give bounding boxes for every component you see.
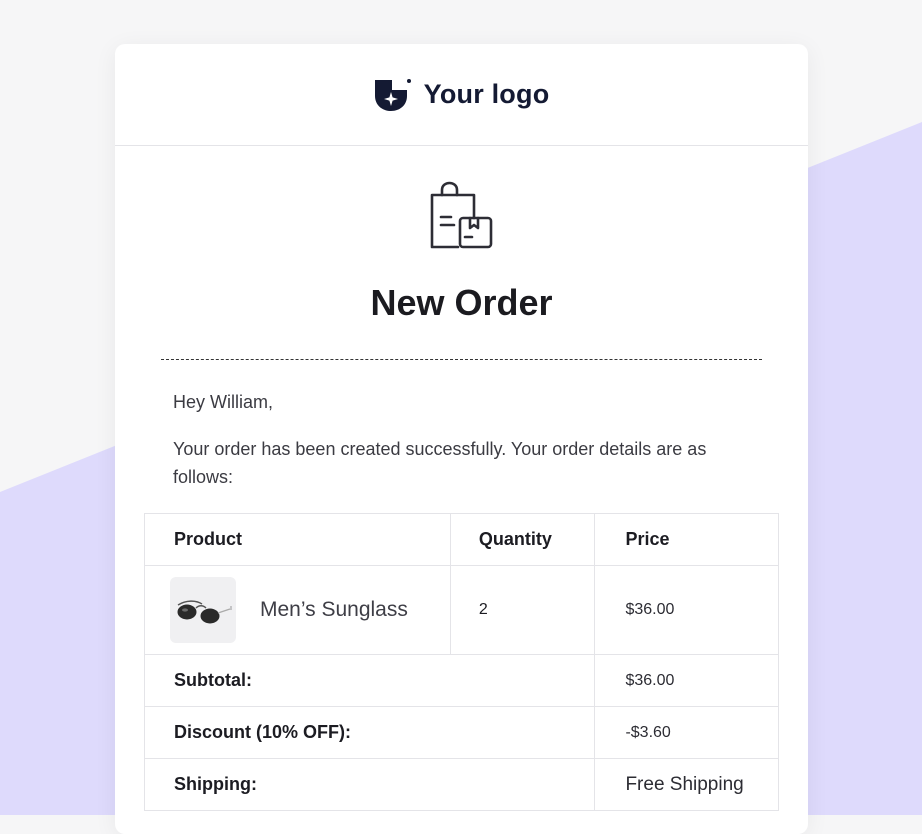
price-value: $36.00: [594, 565, 779, 655]
sunglasses-icon: [177, 600, 232, 624]
summary-row-discount: Discount (10% OFF): -$3.60: [143, 706, 779, 759]
order-message-text: Your order has been created successfully…: [173, 439, 707, 487]
product-thumbnail[interactable]: [170, 577, 236, 643]
dashed-divider: [161, 359, 762, 360]
shopping-bag-with-box-icon: [430, 181, 493, 249]
brand-logo[interactable]: Your logo: [374, 78, 550, 112]
product-cell: Men’s Sunglass: [144, 565, 451, 655]
summary-row-subtotal: Subtotal: $36.00: [143, 654, 779, 707]
logo-text: Your logo: [423, 79, 550, 109]
table-row: Men’s Sunglass 2 $36.00: [144, 565, 779, 655]
subtotal-label: Subtotal:: [143, 654, 596, 707]
order-details-table: Product Quantity Price Men’s Sunglass 2 …: [143, 513, 779, 811]
email-header: Your logo: [115, 44, 808, 146]
column-header-price: Price: [594, 513, 779, 566]
email-card: Your logo New Order Hey William, Your or…: [115, 44, 808, 834]
product-info: Men’s Sunglass: [170, 577, 450, 643]
table-header-row: Product Quantity Price: [144, 513, 779, 566]
column-header-quantity: Quantity: [449, 513, 596, 566]
shipping-value: Free Shipping: [594, 758, 779, 811]
product-name: Men’s Sunglass: [260, 598, 408, 621]
summary-row-shipping: Shipping: Free Shipping: [143, 758, 779, 811]
discount-label: Discount (10% OFF):: [143, 706, 596, 759]
shield-star-icon: [374, 78, 411, 111]
greeting-text: Hey William,: [173, 392, 274, 412]
shipping-label: Shipping:: [143, 758, 596, 811]
page-title: New Order: [370, 282, 553, 323]
quantity-value: 2: [449, 565, 596, 655]
discount-value: -$3.60: [594, 706, 779, 759]
subtotal-value: $36.00: [594, 654, 779, 707]
column-header-product: Product: [144, 513, 451, 566]
